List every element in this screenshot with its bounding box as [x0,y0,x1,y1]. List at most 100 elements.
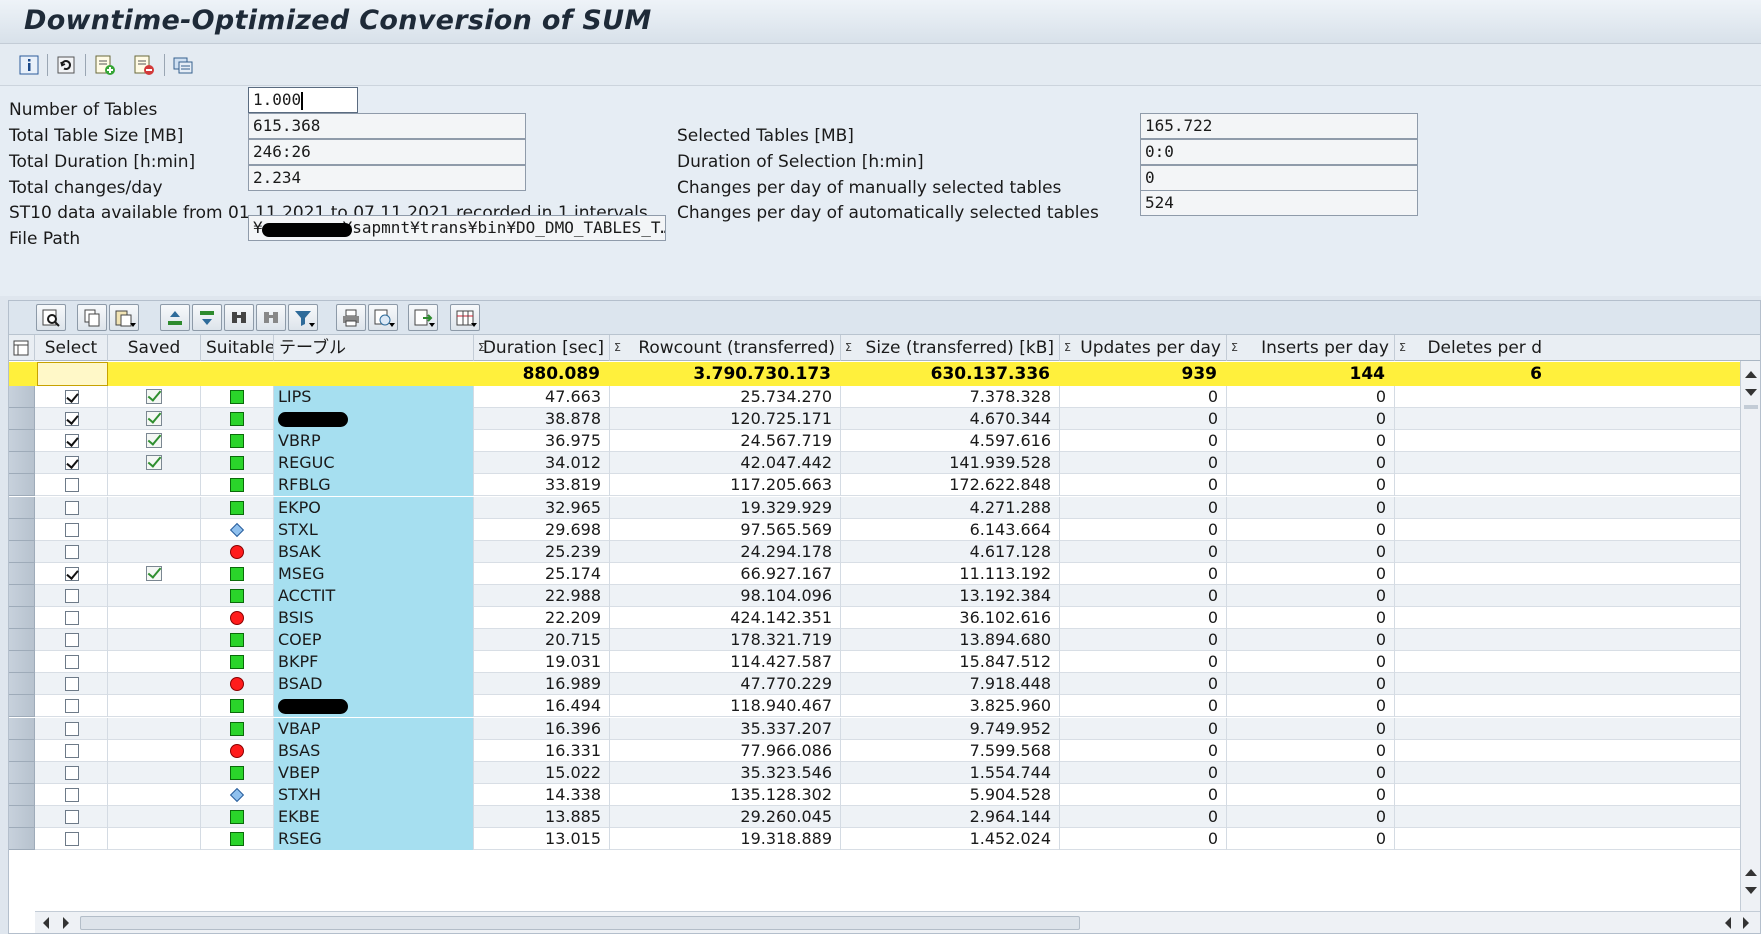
select-checkbox[interactable] [65,788,79,802]
totals-cell-focus[interactable] [37,362,108,386]
remove-list-icon[interactable] [131,52,157,78]
scroll-end-right-icon[interactable] [1743,917,1749,929]
table-row[interactable]: MSEG 25.174 66.927.167 11.113.192 0 0 [35,563,1753,585]
row-selector[interactable] [9,784,35,806]
scroll-left-icon[interactable] [43,917,49,929]
select-checkbox[interactable] [65,456,79,470]
select-checkbox[interactable] [65,567,79,581]
row-selector[interactable] [9,386,35,408]
table-row[interactable]: EKBE 13.885 29.260.045 2.964.144 0 0 [35,806,1753,828]
select-checkbox[interactable] [65,390,79,404]
refresh-icon[interactable] [53,52,79,78]
select-checkbox[interactable] [65,523,79,537]
table-row[interactable]: ACCTIT 22.988 98.104.096 13.192.384 0 0 [35,585,1753,607]
table-row[interactable]: 16.494 118.940.467 3.825.960 0 0 [35,695,1753,717]
print-icon[interactable] [336,304,366,331]
row-selector[interactable] [9,452,35,474]
column-select[interactable]: Select [35,335,108,361]
select-checkbox[interactable] [65,434,79,448]
select-checkbox[interactable] [65,501,79,515]
copy-icon[interactable] [77,304,107,331]
table-row[interactable]: STXL 29.698 97.565.569 6.143.664 0 0 [35,519,1753,541]
row-selector[interactable] [9,718,35,740]
column-updates[interactable]: Σ Updates per day [1060,335,1227,361]
add-list-icon[interactable] [92,52,118,78]
table-row[interactable]: VBAP 16.396 35.337.207 9.749.952 0 0 [35,718,1753,740]
table-row[interactable]: STXH 14.338 135.128.302 5.904.528 0 0 [35,784,1753,806]
select-checkbox[interactable] [65,832,79,846]
table-row[interactable]: BSAD 16.989 47.770.229 7.918.448 0 0 [35,673,1753,695]
number-of-tables-input[interactable]: 1.000 [248,87,358,113]
find-icon[interactable] [224,304,254,331]
column-saved[interactable]: Saved [108,335,201,361]
select-checkbox[interactable] [65,655,79,669]
column-duration[interactable]: Σ Duration [sec] [474,335,610,361]
column-table[interactable]: テーブル [274,335,474,361]
select-checkbox[interactable] [65,722,79,736]
table-row[interactable]: REGUC 34.012 42.047.442 141.939.528 0 0 [35,452,1753,474]
scroll-page-up-icon[interactable] [1745,869,1757,876]
sort-descending-icon[interactable] [192,304,222,331]
column-suitable[interactable]: Suitable [201,335,274,361]
select-checkbox[interactable] [65,611,79,625]
row-selector[interactable] [9,673,35,695]
row-selector[interactable] [9,651,35,673]
export-list-icon[interactable] [408,304,438,331]
table-row[interactable]: BSIS 22.209 424.142.351 36.102.616 0 0 [35,607,1753,629]
vertical-scrollbar[interactable] [1740,361,1760,911]
scroll-end-left-icon[interactable] [1725,917,1731,929]
details-icon[interactable] [36,304,66,331]
layout-icon[interactable] [450,304,480,331]
row-selector[interactable] [9,474,35,496]
scroll-down-icon[interactable] [1745,389,1757,396]
table-row[interactable]: LIPS 47.663 25.734.270 7.378.328 0 0 [35,386,1753,408]
table-row[interactable]: BKPF 19.031 114.427.587 15.847.512 0 0 [35,651,1753,673]
table-row[interactable]: RFBLG 33.819 117.205.663 172.622.848 0 0 [35,474,1753,496]
row-selector[interactable] [9,497,35,519]
select-checkbox[interactable] [65,589,79,603]
paste-icon[interactable] [109,304,139,331]
vertical-scroll-thumb[interactable] [1744,405,1758,409]
find-next-icon[interactable] [256,304,286,331]
row-selector[interactable] [9,585,35,607]
row-selector[interactable] [9,762,35,784]
select-checkbox[interactable] [65,633,79,647]
table-row[interactable]: COEP 20.715 178.321.719 13.894.680 0 0 [35,629,1753,651]
row-selector[interactable] [9,828,35,850]
scroll-up-icon[interactable] [1745,371,1757,378]
table-row[interactable]: VBEP 15.022 35.323.546 1.554.744 0 0 [35,762,1753,784]
horizontal-scroll-thumb[interactable] [80,916,1080,930]
select-checkbox[interactable] [65,545,79,559]
row-selector[interactable] [9,629,35,651]
select-checkbox[interactable] [65,744,79,758]
row-selector[interactable] [9,408,35,430]
export-icon[interactable] [170,52,196,78]
sort-ascending-icon[interactable] [160,304,190,331]
scroll-page-down-icon[interactable] [1745,887,1757,894]
select-checkbox[interactable] [65,478,79,492]
row-selector[interactable] [9,695,35,717]
row-selector[interactable] [9,430,35,452]
select-checkbox[interactable] [65,766,79,780]
row-selector[interactable] [9,519,35,541]
select-all-icon[interactable] [9,335,35,361]
table-row[interactable]: BSAK 25.239 24.294.178 4.617.128 0 0 [35,541,1753,563]
table-row[interactable]: VBRP 36.975 24.567.719 4.597.616 0 0 [35,430,1753,452]
select-checkbox[interactable] [65,810,79,824]
row-selector[interactable] [9,563,35,585]
column-inserts[interactable]: Σ Inserts per day [1227,335,1395,361]
row-selector[interactable] [9,541,35,563]
row-selector[interactable] [9,607,35,629]
select-checkbox[interactable] [65,677,79,691]
scroll-right-icon[interactable] [63,917,69,929]
filter-icon[interactable] [288,304,318,331]
table-row[interactable]: BSAS 16.331 77.966.086 7.599.568 0 0 [35,740,1753,762]
row-selector[interactable] [9,740,35,762]
table-row[interactable]: 38.878 120.725.171 4.670.344 0 0 [35,408,1753,430]
select-checkbox[interactable] [65,412,79,426]
row-selector[interactable] [9,806,35,828]
column-rowcount[interactable]: Σ Rowcount (transferred) [610,335,841,361]
column-size[interactable]: Σ Size (transferred) [kB] [841,335,1060,361]
views-icon[interactable] [368,304,398,331]
table-row[interactable]: RSEG 13.015 19.318.889 1.452.024 0 0 [35,828,1753,850]
